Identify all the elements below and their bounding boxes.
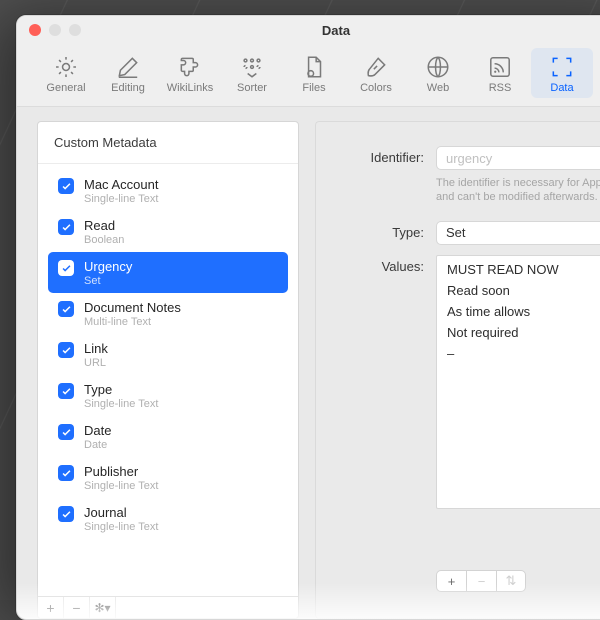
item-subtype: Single-line Text	[84, 480, 158, 492]
file-icon	[301, 54, 327, 80]
metadata-item-urgency[interactable]: UrgencySet	[48, 252, 288, 293]
values-label: Values:	[328, 255, 436, 274]
item-label: Mac Account	[84, 177, 158, 192]
toolbar-files[interactable]: Files	[283, 48, 345, 98]
toolbar-rss[interactable]: RSS	[469, 48, 531, 98]
checkbox-icon[interactable]	[58, 424, 74, 440]
content-area: Custom Metadata Mac AccountSingle-line T…	[17, 107, 600, 619]
toolbar-data[interactable]: Data	[531, 48, 593, 98]
item-subtype: Boolean	[84, 234, 124, 246]
toolbar-label: Files	[302, 82, 325, 94]
add-value-button[interactable]: +	[436, 570, 466, 592]
checkbox-icon[interactable]	[58, 465, 74, 481]
item-label: Type	[84, 382, 158, 397]
toolbar-label: Sorter	[237, 82, 267, 94]
preferences-toolbar: General Editing WikiLinks Sorter Files Colors…	[17, 44, 600, 107]
values-footer: + − ⇅	[436, 570, 526, 592]
value-row[interactable]: Not required	[447, 325, 600, 340]
toolbar-label: RSS	[489, 82, 512, 94]
item-subtype: Set	[84, 275, 132, 287]
preferences-window: Data General Editing WikiLinks Sorter Files C…	[16, 15, 600, 620]
traffic-lights	[29, 24, 81, 36]
sort-values-button[interactable]: ⇅	[496, 570, 526, 592]
metadata-item-date[interactable]: DateDate	[48, 416, 288, 457]
identifier-hint: The identifier is necessary for AppleScr…	[436, 170, 600, 211]
sidebar-header: Custom Metadata	[38, 122, 298, 164]
toolbar-label: Editing	[111, 82, 145, 94]
remove-value-button[interactable]: −	[466, 570, 496, 592]
checkbox-icon[interactable]	[58, 301, 74, 317]
toolbar-label: General	[46, 82, 85, 94]
minimize-window-button[interactable]	[49, 24, 61, 36]
pencil-icon	[115, 54, 141, 80]
value-row[interactable]: Read soon	[447, 283, 600, 298]
metadata-item-link[interactable]: LinkURL	[48, 334, 288, 375]
window-title: Data	[17, 23, 600, 38]
item-label: Date	[84, 423, 111, 438]
type-label: Type:	[328, 221, 436, 240]
toolbar-sorter[interactable]: Sorter	[221, 48, 283, 98]
item-subtype: Single-line Text	[84, 398, 158, 410]
metadata-item-document-notes[interactable]: Document NotesMulti-line Text	[48, 293, 288, 334]
item-subtype: Date	[84, 439, 111, 451]
metadata-item-publisher[interactable]: PublisherSingle-line Text	[48, 457, 288, 498]
checkbox-icon[interactable]	[58, 342, 74, 358]
item-subtype: Multi-line Text	[84, 316, 181, 328]
brush-icon	[363, 54, 389, 80]
identifier-label: Identifier:	[328, 146, 436, 165]
checkbox-icon[interactable]	[58, 383, 74, 399]
checkbox-icon[interactable]	[58, 219, 74, 235]
metadata-item-journal[interactable]: JournalSingle-line Text	[48, 498, 288, 539]
toolbar-label: WikiLinks	[167, 82, 213, 94]
globe-icon	[425, 54, 451, 80]
detail-pane: Identifier: urgency The identifier is ne…	[315, 121, 600, 619]
identifier-field[interactable]: urgency	[436, 146, 600, 170]
value-row[interactable]: –	[447, 346, 600, 361]
puzzle-icon	[177, 54, 203, 80]
item-subtype: Single-line Text	[84, 521, 158, 533]
titlebar: Data	[17, 16, 600, 44]
item-label: Document Notes	[84, 300, 181, 315]
item-label: Journal	[84, 505, 158, 520]
type-select[interactable]: Set	[436, 221, 600, 245]
close-window-button[interactable]	[29, 24, 41, 36]
gear-icon	[53, 54, 79, 80]
metadata-sidebar: Custom Metadata Mac AccountSingle-line T…	[37, 121, 299, 619]
metadata-item-type[interactable]: TypeSingle-line Text	[48, 375, 288, 416]
checkbox-icon[interactable]	[58, 178, 74, 194]
item-label: Link	[84, 341, 108, 356]
rss-icon	[487, 54, 513, 80]
toolbar-wikilinks[interactable]: WikiLinks	[159, 48, 221, 98]
checkbox-icon[interactable]	[58, 506, 74, 522]
toolbar-general[interactable]: General	[35, 48, 97, 98]
value-row[interactable]: As time allows	[447, 304, 600, 319]
toolbar-label: Data	[550, 82, 573, 94]
toolbar-web[interactable]: Web	[407, 48, 469, 98]
metadata-list[interactable]: Mac AccountSingle-line TextReadBooleanUr…	[38, 164, 298, 596]
sorter-icon	[239, 54, 265, 80]
toolbar-colors[interactable]: Colors	[345, 48, 407, 98]
value-row[interactable]: MUST READ NOW	[447, 262, 600, 277]
item-label: Publisher	[84, 464, 158, 479]
zoom-window-button[interactable]	[69, 24, 81, 36]
crop-icon	[549, 54, 575, 80]
toolbar-editing[interactable]: Editing	[97, 48, 159, 98]
toolbar-label: Web	[427, 82, 449, 94]
toolbar-label: Colors	[360, 82, 392, 94]
metadata-item-read[interactable]: ReadBoolean	[48, 211, 288, 252]
item-label: Read	[84, 218, 124, 233]
item-subtype: Single-line Text	[84, 193, 158, 205]
sidebar-footer: + − ✻▾	[38, 596, 298, 618]
checkbox-icon[interactable]	[58, 260, 74, 276]
item-subtype: URL	[84, 357, 108, 369]
item-label: Urgency	[84, 259, 132, 274]
values-listbox[interactable]: MUST READ NOW Read soon As time allows Not …	[436, 255, 600, 509]
metadata-item-mac-account[interactable]: Mac AccountSingle-line Text	[48, 170, 288, 211]
